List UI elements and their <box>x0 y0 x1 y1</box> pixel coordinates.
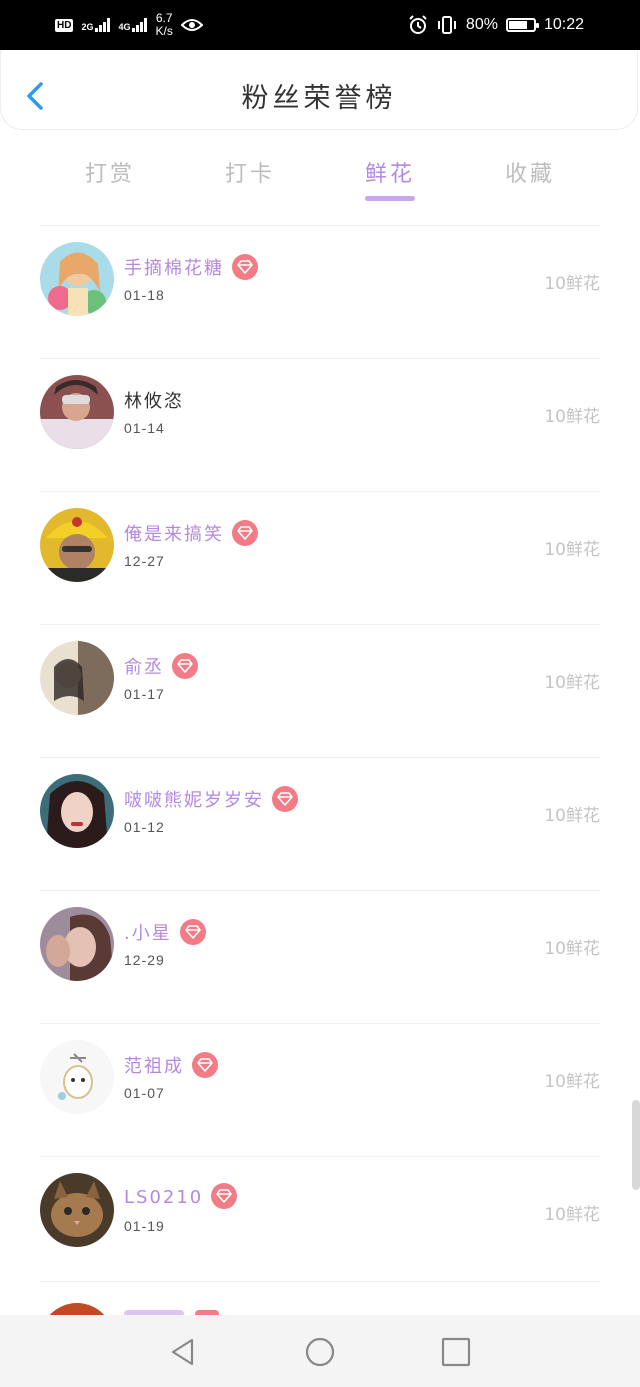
fan-date: 01-14 <box>124 420 165 436</box>
flower-count: 10鲜花 <box>544 1072 600 1092</box>
fan-date: 01-07 <box>124 1085 165 1101</box>
fan-date: 01-19 <box>124 1218 165 1234</box>
fan-name: 啵啵熊妮岁岁安 <box>124 786 298 814</box>
fan-name: LS0210 <box>124 1183 238 1211</box>
status-right: 80% 10:22 <box>408 10 584 40</box>
fan-date: 12-29 <box>124 952 165 968</box>
flower-count: 10鲜花 <box>544 274 600 294</box>
tab-tips[interactable]: 打赏 <box>40 150 180 210</box>
hd-indicator: HD <box>55 18 74 32</box>
flower-count: 10鲜花 <box>544 939 600 959</box>
avatar[interactable] <box>40 907 114 981</box>
diamond-icon <box>179 919 206 945</box>
battery-level <box>508 21 527 29</box>
diamond-icon <box>192 1052 218 1078</box>
flower-count: 10鲜花 <box>544 806 600 826</box>
fan-name: 林攸恣 <box>124 387 184 413</box>
signal-icon <box>132 18 148 32</box>
list-item[interactable]: 林攸恣 01-14 10鲜花 <box>40 358 600 491</box>
signal-icon <box>95 18 111 32</box>
fan-name: .小星 <box>124 919 206 947</box>
avatar[interactable] <box>40 242 114 316</box>
battery-percent: 80% <box>465 16 498 33</box>
fan-name-text: LS0210 <box>124 1187 204 1208</box>
avatar[interactable] <box>40 1173 114 1247</box>
fan-date: 12-27 <box>124 553 165 569</box>
sim1-label: 2G <box>81 22 94 32</box>
diamond-icon <box>211 1183 238 1209</box>
fan-name: 俞丞 <box>124 653 198 681</box>
alarm-icon <box>409 15 427 34</box>
flower-count: 10鲜花 <box>544 407 600 427</box>
fan-date: 01-17 <box>124 686 165 702</box>
fan-name-text: 手摘棉花糖 <box>124 258 224 279</box>
list-item[interactable]: 啵啵熊妮岁岁安 01-12 10鲜花 <box>40 757 600 890</box>
avatar[interactable] <box>40 1040 114 1114</box>
sim2-label: 4G <box>118 22 131 32</box>
diamond-icon <box>172 653 198 679</box>
fan-date: 01-18 <box>124 287 165 303</box>
list-item[interactable]: 俺是来搞笑 12-27 10鲜花 <box>40 491 600 624</box>
tab-bar: 打赏 打卡 鲜花 收藏 <box>40 150 600 210</box>
avatar[interactable] <box>40 375 114 449</box>
fan-name-text: .小星 <box>124 923 172 944</box>
circle-home-icon[interactable] <box>305 1337 335 1367</box>
diamond-icon <box>232 254 258 280</box>
fan-date: 01-12 <box>124 819 165 835</box>
fan-ranking-list: 手摘棉花糖 01-18 10鲜花 林攸恣 01-14 10鲜花 俺是来搞笑 12… <box>40 225 600 1289</box>
triangle-back-icon[interactable] <box>168 1337 198 1367</box>
top-bar: 粉丝荣誉榜 <box>0 50 638 130</box>
sim2-signal: 4G <box>118 18 148 32</box>
avatar[interactable] <box>40 508 114 582</box>
scrollbar[interactable] <box>632 1100 640 1190</box>
fan-name: 范祖成 <box>124 1052 218 1080</box>
fan-name: 俺是来搞笑 <box>124 520 258 548</box>
avatar[interactable] <box>40 774 114 848</box>
battery-icon <box>505 18 539 32</box>
eye-icon <box>180 19 203 31</box>
fan-name-text: 林攸恣 <box>124 391 184 412</box>
diamond-icon <box>272 786 298 812</box>
square-recent-icon[interactable] <box>441 1337 471 1367</box>
tab-checkin[interactable]: 打卡 <box>180 150 320 210</box>
flower-count: 10鲜花 <box>544 540 600 560</box>
sim1-signal: 2G <box>81 18 111 32</box>
fan-name-text: 俺是来搞笑 <box>124 524 224 545</box>
diamond-icon <box>232 520 258 546</box>
tab-favorites[interactable]: 收藏 <box>460 150 600 210</box>
list-item[interactable]: 手摘棉花糖 01-18 10鲜花 <box>40 225 600 358</box>
status-bar: HD 2G 4G 6.7 K/s 80% 10:22 <box>0 0 640 50</box>
system-nav-bar <box>0 1315 640 1387</box>
clock: 10:22 <box>543 16 584 33</box>
list-divider <box>40 1281 600 1282</box>
status-left: HD 2G 4G 6.7 K/s <box>55 10 203 40</box>
net-speed-unit: K/s <box>155 24 173 38</box>
fan-name-text: 啵啵熊妮岁岁安 <box>124 790 264 811</box>
list-item[interactable]: 范祖成 01-07 10鲜花 <box>40 1023 600 1156</box>
vibrate-icon <box>437 16 456 34</box>
fan-name: 手摘棉花糖 <box>124 254 258 282</box>
page-title: 粉丝荣誉榜 <box>241 83 397 114</box>
flower-count: 10鲜花 <box>544 1205 600 1225</box>
list-item[interactable]: 俞丞 01-17 10鲜花 <box>40 624 600 757</box>
tab-flowers[interactable]: 鲜花 <box>320 150 460 210</box>
net-speed: 6.7 K/s <box>155 12 172 38</box>
flower-count: 10鲜花 <box>544 673 600 693</box>
fan-name-text: 范祖成 <box>124 1056 184 1077</box>
list-item[interactable]: .小星 12-29 10鲜花 <box>40 890 600 1023</box>
list-item[interactable]: LS0210 01-19 10鲜花 <box>40 1156 600 1289</box>
avatar[interactable] <box>40 641 114 715</box>
fan-name-text: 俞丞 <box>124 657 164 678</box>
